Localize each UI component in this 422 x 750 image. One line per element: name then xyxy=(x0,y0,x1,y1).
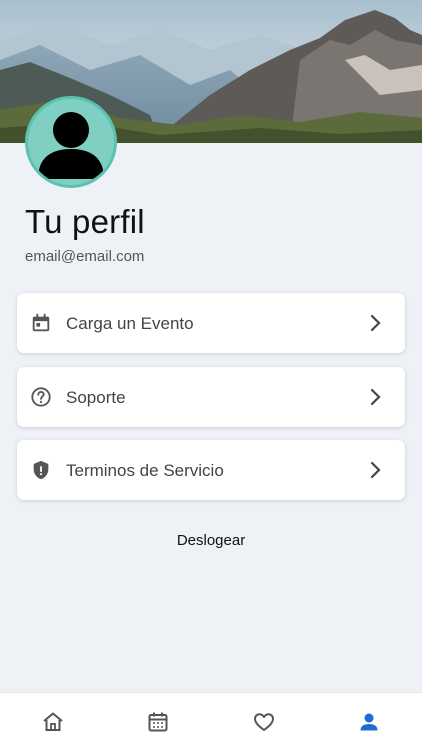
home-icon[interactable] xyxy=(41,710,65,734)
bottom-tab-bar xyxy=(0,692,422,750)
person-icon[interactable] xyxy=(357,710,381,734)
help-circle-icon xyxy=(31,387,51,407)
page-title: Tu perfil xyxy=(25,203,145,240)
calendar-icon[interactable] xyxy=(146,710,170,734)
chevron-right-icon xyxy=(370,314,381,332)
menu-item-soporte[interactable]: Soporte xyxy=(17,367,405,427)
menu-item-carga-evento[interactable]: Carga un Evento xyxy=(17,293,405,353)
person-silhouette-icon xyxy=(38,112,104,179)
shield-icon xyxy=(33,460,49,480)
menu-item-label: Terminos de Servicio xyxy=(66,461,224,480)
user-email: email@email.com xyxy=(25,248,145,265)
heart-icon[interactable] xyxy=(252,710,276,734)
chevron-right-icon xyxy=(370,388,381,406)
calendar-icon xyxy=(32,313,50,332)
menu-item-label: Carga un Evento xyxy=(66,314,194,333)
logout-button[interactable]: Deslogear xyxy=(0,532,422,549)
menu-item-terminos[interactable]: Terminos de Servicio xyxy=(17,440,405,500)
menu-item-label: Soporte xyxy=(66,388,126,407)
avatar[interactable] xyxy=(25,96,117,188)
chevron-right-icon xyxy=(370,461,381,479)
